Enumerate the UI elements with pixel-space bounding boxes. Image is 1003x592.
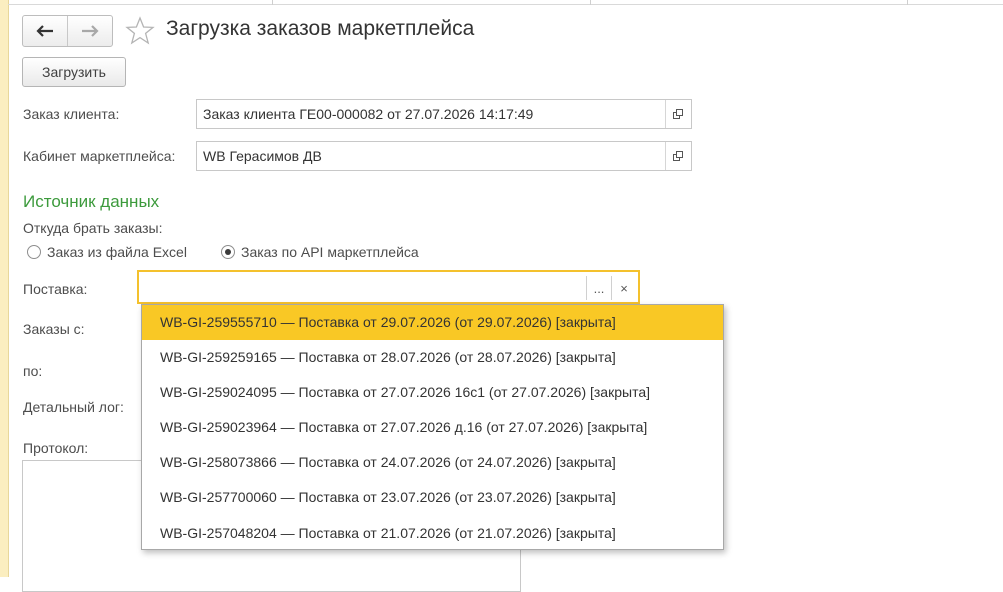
load-button[interactable]: Загрузить	[22, 57, 126, 87]
radio-excel-label: Заказ из файла Excel	[47, 244, 187, 260]
open-window-icon	[673, 108, 683, 119]
protocol-label: Протокол:	[23, 440, 89, 456]
star-icon[interactable]	[125, 16, 155, 46]
order-value: Заказ клиента ГЕ00-000082 от 27.07.2026 …	[203, 106, 534, 122]
detail-log-label: Детальный лог:	[23, 399, 124, 415]
dropdown-item[interactable]: WB-GI-257048204 — Поставка от 21.07.2026…	[142, 516, 723, 551]
page-title: Загрузка заказов маркетплейса	[166, 17, 475, 40]
radio-api-label: Заказ по API маркетплейса	[241, 244, 419, 260]
dropdown-item[interactable]: WB-GI-257700060 — Поставка от 23.07.2026…	[142, 480, 723, 515]
orders-from-label: Заказы с:	[23, 321, 85, 337]
source-section-title: Источник данных	[23, 192, 160, 211]
arrow-right-icon	[82, 25, 99, 37]
cabinet-value: WB Герасимов ДВ	[203, 148, 322, 164]
dropdown-item[interactable]: WB-GI-259024095 — Поставка от 27.07.2026…	[142, 375, 723, 410]
radio-api[interactable]: Заказ по API маркетплейса	[221, 244, 419, 260]
back-button[interactable]	[23, 16, 67, 46]
navigation-buttons	[22, 15, 113, 47]
clear-supply-button[interactable]: ×	[614, 276, 634, 300]
dropdown-item[interactable]: WB-GI-258073866 — Поставка от 24.07.2026…	[142, 445, 723, 480]
open-order-button[interactable]	[665, 100, 691, 128]
top-tab-bar	[8, 0, 1003, 5]
left-panel-strip	[0, 0, 9, 577]
supply-input[interactable]: ... ×	[137, 270, 640, 304]
top-divider	[907, 0, 908, 5]
supply-label: Поставка:	[23, 281, 88, 297]
dropdown-item[interactable]: WB-GI-259023964 — Поставка от 27.07.2026…	[142, 410, 723, 445]
orders-to-label: по:	[23, 363, 43, 379]
cabinet-field[interactable]: WB Герасимов ДВ	[196, 141, 692, 171]
arrow-left-icon	[36, 25, 53, 37]
top-divider	[590, 0, 591, 5]
order-label: Заказ клиента:	[23, 106, 120, 122]
supply-dropdown-list: WB-GI-259555710 — Поставка от 29.07.2026…	[141, 304, 724, 550]
radio-circle[interactable]	[27, 245, 41, 259]
select-supply-button[interactable]: ...	[586, 276, 612, 300]
dropdown-item[interactable]: WB-GI-259555710 — Поставка от 29.07.2026…	[142, 305, 723, 341]
cabinet-label: Кабинет маркетплейса:	[23, 148, 176, 164]
radio-circle-selected[interactable]	[221, 245, 235, 259]
open-window-icon	[673, 150, 683, 161]
radio-excel[interactable]: Заказ из файла Excel	[27, 244, 187, 260]
dropdown-item[interactable]: WB-GI-259259165 — Поставка от 28.07.2026…	[142, 340, 723, 375]
source-question-label: Откуда брать заказы:	[23, 220, 163, 236]
forward-button[interactable]	[67, 16, 112, 46]
open-cabinet-button[interactable]	[665, 142, 691, 170]
order-field[interactable]: Заказ клиента ГЕ00-000082 от 27.07.2026 …	[196, 99, 692, 129]
top-divider	[272, 0, 273, 5]
